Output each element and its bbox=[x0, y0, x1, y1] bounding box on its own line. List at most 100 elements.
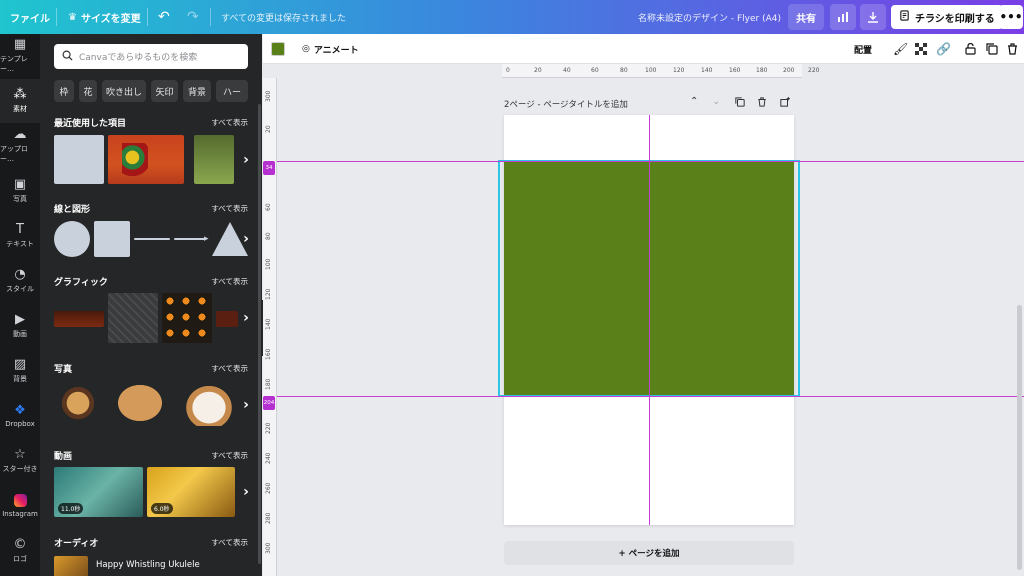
top-bar: ファイル ♛ サイズを変更 ↶ ↷ すべての変更は保存されました 名称未設定のデ… bbox=[0, 0, 1024, 34]
panel-scrollbar[interactable] bbox=[258, 104, 261, 564]
page-title[interactable]: 2ページ - ページタイトルを追加 bbox=[504, 98, 628, 110]
audio-title[interactable]: Happy Whistling Ukulele bbox=[96, 560, 200, 570]
duplicate-page-icon[interactable] bbox=[735, 97, 745, 110]
shape-circle[interactable] bbox=[54, 221, 90, 257]
rail-item-elements[interactable]: ⁂ 素材 bbox=[0, 79, 40, 123]
share-button[interactable]: 共有 bbox=[788, 4, 824, 30]
guide-line-top[interactable] bbox=[277, 161, 1024, 162]
rail-label: テンプレー… bbox=[0, 55, 28, 73]
photo-heart-cookies[interactable] bbox=[112, 380, 168, 426]
rail-label: 動画 bbox=[13, 330, 27, 338]
link-icon[interactable]: 🔗 bbox=[936, 34, 951, 64]
shape-arrow-line[interactable] bbox=[174, 238, 206, 240]
add-page-button[interactable]: + ページを追加 bbox=[504, 541, 794, 565]
rail-item-logos[interactable]: © ロゴ bbox=[0, 529, 40, 573]
chip-heart[interactable]: ハー bbox=[216, 80, 248, 102]
graphic-doodle-pattern[interactable] bbox=[108, 293, 158, 343]
rail-label: ロゴ bbox=[13, 555, 27, 563]
photo-icon: ▣ bbox=[13, 177, 27, 192]
rail-item-starred[interactable]: ☆ スター付き bbox=[0, 439, 40, 483]
rail-item-uploads[interactable]: ☁ アップロー… bbox=[0, 124, 40, 168]
undo-icon[interactable]: ↶ bbox=[158, 0, 170, 34]
logo-icon: © bbox=[13, 537, 27, 552]
audio-thumb[interactable] bbox=[54, 556, 88, 576]
resize-label: サイズを変更 bbox=[80, 13, 141, 25]
crown-icon: ♛ bbox=[68, 11, 77, 23]
section-title-photos: 写真 bbox=[54, 365, 73, 375]
guide-badge-bottom: 204 bbox=[263, 396, 275, 410]
paint-roller-icon[interactable]: 🖌 bbox=[893, 34, 908, 64]
guide-line-center[interactable] bbox=[649, 115, 650, 525]
animate-button[interactable]: ◎ アニメート bbox=[302, 34, 359, 64]
chevron-up-icon[interactable]: ⌃ bbox=[690, 96, 698, 107]
rail-item-photos[interactable]: ▣ 写真 bbox=[0, 169, 40, 213]
file-menu-button[interactable]: ファイル bbox=[10, 0, 50, 34]
rail-item-templates[interactable]: ▦ テンプレー… bbox=[0, 34, 40, 78]
chip-speech-bubble[interactable]: 吹き出し bbox=[102, 80, 146, 102]
chevron-down-icon[interactable]: ⌄ bbox=[712, 96, 720, 107]
rail-item-videos[interactable]: ▶ 動画 bbox=[0, 304, 40, 348]
more-options-button[interactable]: ••• bbox=[999, 5, 1023, 29]
chevron-right-icon[interactable]: › bbox=[238, 214, 254, 264]
graphic-chocolate[interactable] bbox=[216, 311, 238, 327]
graphic-cookie-pattern[interactable] bbox=[162, 293, 212, 343]
section-title-recent: 最近使用した項目 bbox=[54, 119, 127, 129]
ruler-tick-label: 180 bbox=[265, 378, 272, 390]
rail-item-styles[interactable]: ◔ スタイル bbox=[0, 259, 40, 303]
see-all-graphics[interactable]: すべて表示 bbox=[211, 276, 248, 287]
photo-donuts[interactable] bbox=[180, 380, 238, 426]
see-all-audio[interactable]: すべて表示 bbox=[211, 537, 248, 548]
graphic-chocolate-drip[interactable] bbox=[54, 311, 104, 327]
chip-flower[interactable]: 花 bbox=[79, 80, 97, 102]
resize-button[interactable]: ♛ サイズを変更 bbox=[68, 0, 141, 34]
color-swatch bbox=[271, 42, 285, 56]
chip-frame[interactable]: 枠 bbox=[54, 80, 74, 102]
background-icon: ▨ bbox=[13, 357, 27, 372]
search-input[interactable]: Canvaであらゆるものを検索 bbox=[54, 44, 248, 69]
trash-icon[interactable] bbox=[1007, 34, 1018, 64]
duplicate-icon[interactable] bbox=[986, 34, 998, 64]
shape-square[interactable] bbox=[94, 221, 130, 257]
rail-item-instagram[interactable]: Instagram bbox=[0, 484, 40, 528]
rail-item-text[interactable]: T テキスト bbox=[0, 214, 40, 258]
fill-color-button[interactable] bbox=[271, 34, 285, 64]
recent-thumb-photo[interactable] bbox=[108, 135, 184, 184]
left-rail: ▦ テンプレー… ⁂ 素材 ☁ アップロー… ▣ 写真 T テキスト ◔ スタイ… bbox=[0, 34, 40, 576]
video-thumb-water[interactable]: 11.0秒 bbox=[54, 467, 143, 517]
chevron-right-icon[interactable]: › bbox=[238, 467, 254, 517]
chip-background[interactable]: 背景 bbox=[183, 80, 211, 102]
chevron-right-icon[interactable]: › bbox=[238, 380, 254, 430]
see-all-videos[interactable]: すべて表示 bbox=[211, 450, 248, 461]
see-all-recent[interactable]: すべて表示 bbox=[211, 117, 248, 128]
delete-page-icon[interactable] bbox=[757, 97, 767, 110]
rail-label: 素材 bbox=[13, 105, 27, 113]
download-icon[interactable] bbox=[860, 4, 886, 30]
chevron-right-icon[interactable]: › bbox=[238, 135, 254, 185]
add-page-icon[interactable] bbox=[780, 97, 790, 110]
video-thumb-fire[interactable]: 6.0秒 bbox=[147, 467, 235, 517]
rail-item-background[interactable]: ▨ 背景 bbox=[0, 349, 40, 393]
transparency-icon[interactable] bbox=[915, 34, 927, 64]
chip-arrow[interactable]: 矢印 bbox=[151, 80, 178, 102]
rail-item-dropbox[interactable]: ❖ Dropbox bbox=[0, 394, 40, 438]
rail-label: アップロー… bbox=[0, 145, 28, 163]
lock-icon[interactable] bbox=[965, 34, 976, 64]
dropbox-icon: ❖ bbox=[14, 403, 26, 418]
shape-line[interactable] bbox=[134, 238, 170, 240]
rail-label: スター付き bbox=[2, 465, 38, 473]
insights-icon[interactable] bbox=[830, 4, 856, 30]
see-all-shapes[interactable]: すべて表示 bbox=[211, 203, 248, 214]
rail-label: スタイル bbox=[6, 285, 34, 293]
recent-thumb-photo-2[interactable] bbox=[194, 135, 234, 184]
see-all-photos[interactable]: すべて表示 bbox=[211, 363, 248, 374]
arrange-button[interactable]: 配置 bbox=[854, 34, 872, 64]
recent-thumb-square[interactable] bbox=[54, 135, 104, 184]
ruler-tick-label: 80 bbox=[620, 67, 628, 74]
canvas-scrollbar[interactable] bbox=[1017, 305, 1022, 570]
chevron-right-icon[interactable]: › bbox=[238, 293, 254, 343]
redo-icon[interactable]: ↷ bbox=[187, 0, 199, 34]
document-title[interactable]: 名称未設定のデザイン - Flyer (A4) bbox=[638, 0, 781, 34]
guide-line-bottom[interactable] bbox=[277, 396, 1024, 397]
photo-pastry[interactable] bbox=[56, 380, 100, 422]
print-flyer-button[interactable]: チラシを印刷する bbox=[891, 5, 1003, 29]
